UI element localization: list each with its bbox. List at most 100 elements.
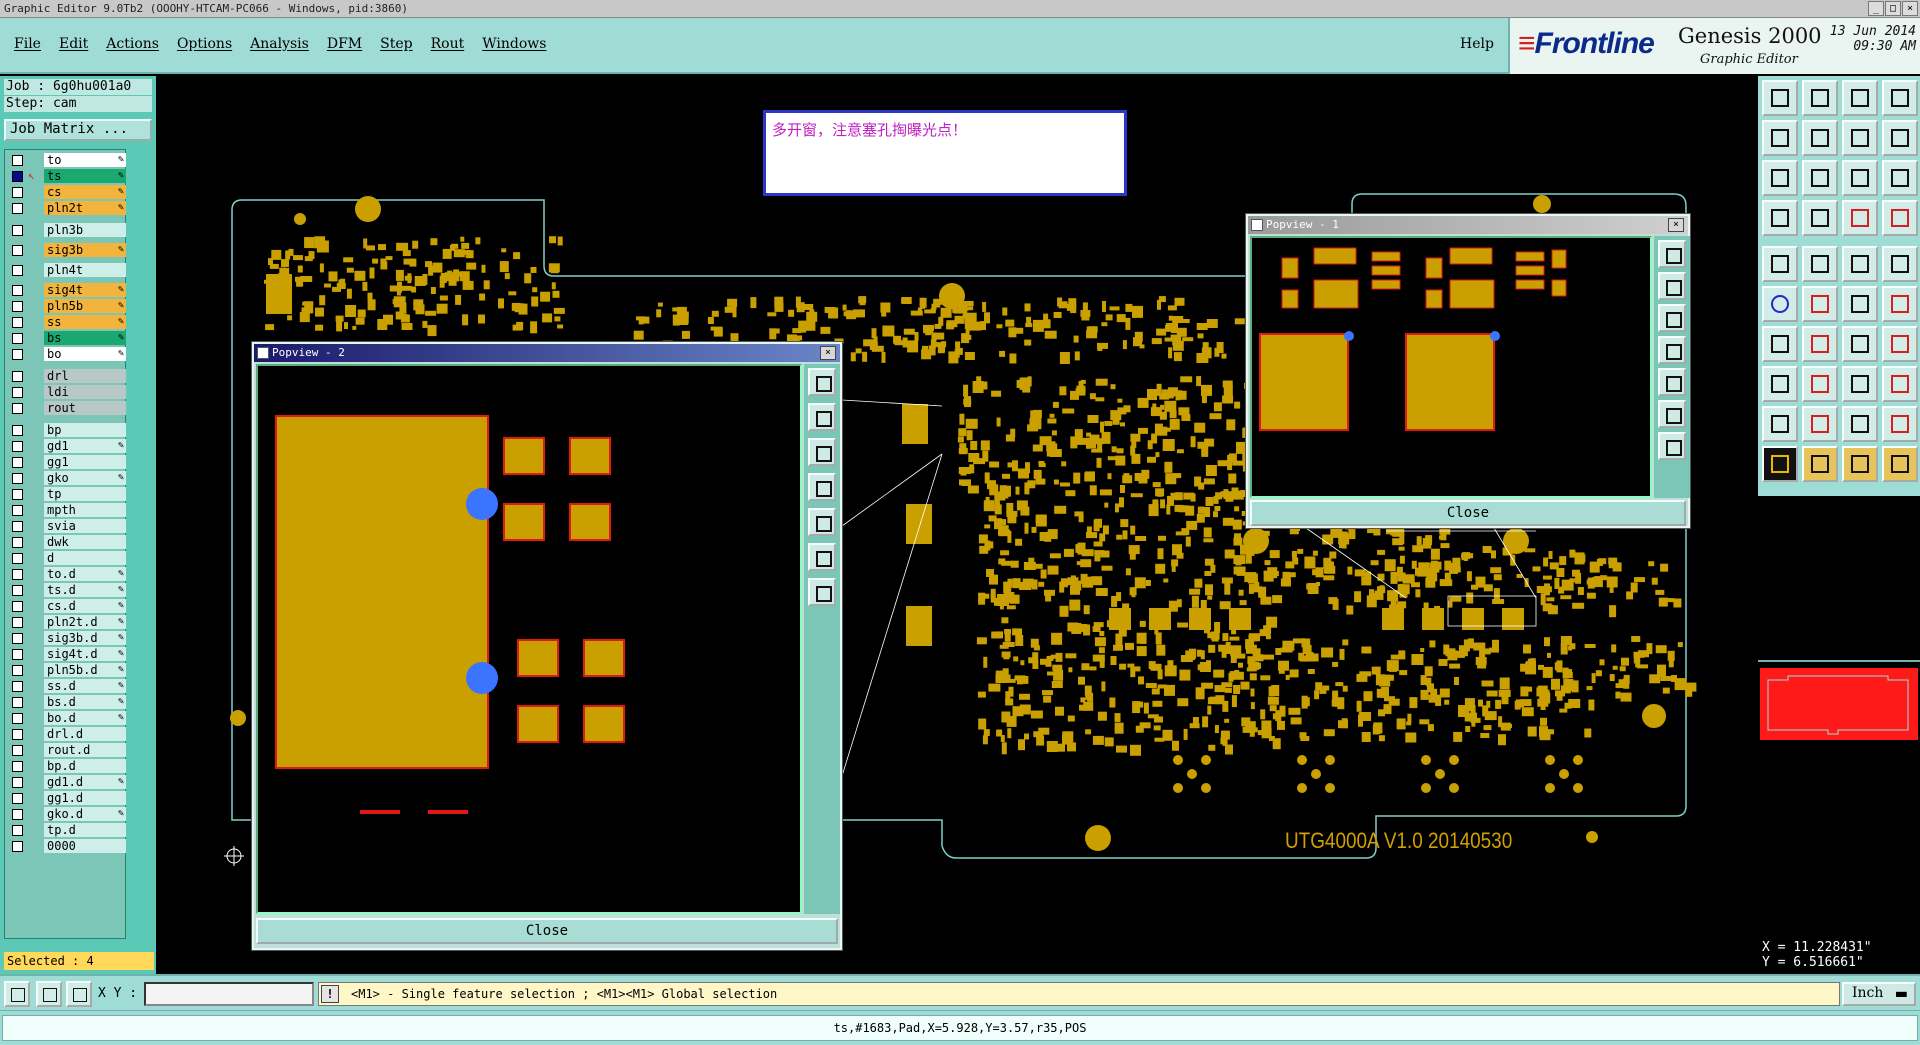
menu-actions[interactable]: Actions	[106, 36, 159, 52]
layer-name[interactable]: bo.d ✎	[44, 711, 126, 725]
layer-name[interactable]: pln2t.d ✎	[44, 615, 126, 629]
popview-1-titlebar[interactable]: Popview - 1 ×	[1248, 216, 1688, 234]
layer-swap-icon[interactable]	[1882, 366, 1918, 402]
layer-row-ss[interactable]: ss ✎	[8, 315, 126, 329]
measure-icon[interactable]	[36, 981, 62, 1007]
fit-icon[interactable]	[1762, 160, 1798, 196]
grid-icon[interactable]	[1802, 200, 1838, 236]
surface-icon[interactable]	[1802, 246, 1838, 282]
popview-pan-right-icon[interactable]	[808, 508, 836, 536]
layer-row-bp[interactable]: bp	[8, 423, 126, 437]
layer-row-0000[interactable]: 0000	[8, 839, 126, 853]
menu-windows[interactable]: Windows	[482, 36, 546, 52]
layer-checkbox[interactable]	[12, 809, 23, 820]
popview-zoom-out-icon[interactable]	[808, 403, 836, 431]
layer-name[interactable]: to ✎	[44, 153, 126, 167]
layer-row-pln2t[interactable]: pln2t ✎	[8, 201, 126, 215]
popview-2-titlebar[interactable]: Popview - 2 ×	[254, 344, 840, 362]
layer-checkbox[interactable]	[12, 553, 23, 564]
xy-input[interactable]	[144, 982, 314, 1006]
select-icon[interactable]	[1762, 446, 1798, 482]
layer-name[interactable]: sig3b.d ✎	[44, 631, 126, 645]
layer-checkbox[interactable]	[12, 425, 23, 436]
layer-checkbox[interactable]	[12, 285, 23, 296]
add-pad-icon[interactable]	[1762, 366, 1798, 402]
popview-1-close-icon[interactable]: ×	[1668, 218, 1684, 232]
layer-name[interactable]: svia	[44, 519, 126, 533]
layer-checkbox[interactable]	[12, 713, 23, 724]
layer-name[interactable]: to.d ✎	[44, 567, 126, 581]
layer-checkbox[interactable]	[12, 649, 23, 660]
layer-checkbox[interactable]	[12, 371, 23, 382]
layer-checkbox[interactable]	[12, 633, 23, 644]
popview-zoom-in-icon[interactable]	[1658, 240, 1686, 268]
layer-checkbox[interactable]	[12, 333, 23, 344]
overview-map[interactable]	[1758, 660, 1920, 752]
layer-row-sig4t[interactable]: sig4t ✎	[8, 283, 126, 297]
popview-fit-icon[interactable]	[1658, 400, 1686, 428]
layer-checkbox[interactable]	[12, 585, 23, 596]
layer-checkbox[interactable]	[12, 537, 23, 548]
popview-2-close-icon[interactable]: ×	[820, 346, 836, 360]
triangle-red-icon[interactable]	[1842, 406, 1878, 442]
step-icon[interactable]	[1842, 120, 1878, 156]
layer-checkbox[interactable]	[12, 793, 23, 804]
maximize-icon[interactable]: □	[1885, 1, 1901, 16]
layer-row-bs[interactable]: bs ✎	[8, 331, 126, 345]
layer-checkbox[interactable]	[12, 569, 23, 580]
layer-row-sig4t.d[interactable]: sig4t.d ✎	[8, 647, 126, 661]
layer-checkbox[interactable]	[12, 155, 23, 166]
popview-pan-up-icon[interactable]	[1658, 304, 1686, 332]
select-yellow-icon[interactable]	[1842, 446, 1878, 482]
unit-selector[interactable]: Inch ▬	[1842, 982, 1916, 1006]
draw-slash-icon[interactable]	[1802, 326, 1838, 362]
copy-icon[interactable]	[1882, 80, 1918, 116]
layer-checkbox[interactable]	[12, 187, 23, 198]
layer-row-gko[interactable]: gko ✎	[8, 471, 126, 485]
layer-checkbox[interactable]	[12, 489, 23, 500]
layer-name[interactable]: ts ✎	[44, 169, 126, 183]
layer-row-cs.d[interactable]: cs.d ✎	[8, 599, 126, 613]
menu-analysis[interactable]: Analysis	[250, 36, 309, 52]
measure-icon[interactable]	[1762, 200, 1798, 236]
layer-row-sig3b.d[interactable]: sig3b.d ✎	[8, 631, 126, 645]
triangle-fill-icon[interactable]	[1802, 406, 1838, 442]
layer-name[interactable]: ts.d ✎	[44, 583, 126, 597]
scale-icon[interactable]	[1842, 160, 1878, 196]
minimize-icon[interactable]: _	[1868, 1, 1884, 16]
popview-zoom-in-icon[interactable]	[808, 368, 836, 396]
layer-checkbox[interactable]	[12, 761, 23, 772]
layer-name[interactable]: gd1.d ✎	[44, 775, 126, 789]
layer-row-ldi[interactable]: ldi	[8, 385, 126, 399]
fanout-icon[interactable]	[1882, 326, 1918, 362]
open-icon[interactable]	[1762, 80, 1798, 116]
menu-dfm[interactable]: DFM	[327, 36, 362, 52]
connect-icon[interactable]	[1882, 286, 1918, 322]
layer-row-ts.d[interactable]: ts.d ✎	[8, 583, 126, 597]
layer-row-to[interactable]: to ✎	[8, 153, 126, 167]
popview-1-window[interactable]: Popview - 1 × Close	[1245, 213, 1691, 529]
layer-row-bp.d[interactable]: bp.d	[8, 759, 126, 773]
popview-2-view[interactable]	[256, 364, 802, 914]
layer-row-rout.d[interactable]: rout.d	[8, 743, 126, 757]
popview-home-icon[interactable]	[808, 578, 836, 606]
layer-row-gd1[interactable]: gd1 ✎	[8, 439, 126, 453]
layer-checkbox[interactable]	[12, 441, 23, 452]
layer-checkbox[interactable]	[12, 203, 23, 214]
layer-name[interactable]: ss ✎	[44, 315, 126, 329]
layer-name[interactable]: gko ✎	[44, 471, 126, 485]
layer-name[interactable]: pln3b	[44, 223, 126, 237]
net-icon[interactable]	[1762, 286, 1798, 322]
layer-name[interactable]: sig4t ✎	[44, 283, 126, 297]
popview-2-close-button[interactable]: Close	[256, 918, 838, 944]
circle-icon[interactable]	[1882, 246, 1918, 282]
select-red-icon[interactable]	[1802, 446, 1838, 482]
layer-checkbox[interactable]	[12, 317, 23, 328]
layer-name[interactable]: bs ✎	[44, 331, 126, 345]
layer-checkbox[interactable]	[12, 681, 23, 692]
layer-name[interactable]: sig4t.d ✎	[44, 647, 126, 661]
layer-checkbox[interactable]	[12, 245, 23, 256]
layer-checkbox[interactable]	[12, 403, 23, 414]
job-matrix-button[interactable]: Job Matrix ...	[4, 119, 152, 141]
layer-name[interactable]: bp.d	[44, 759, 126, 773]
